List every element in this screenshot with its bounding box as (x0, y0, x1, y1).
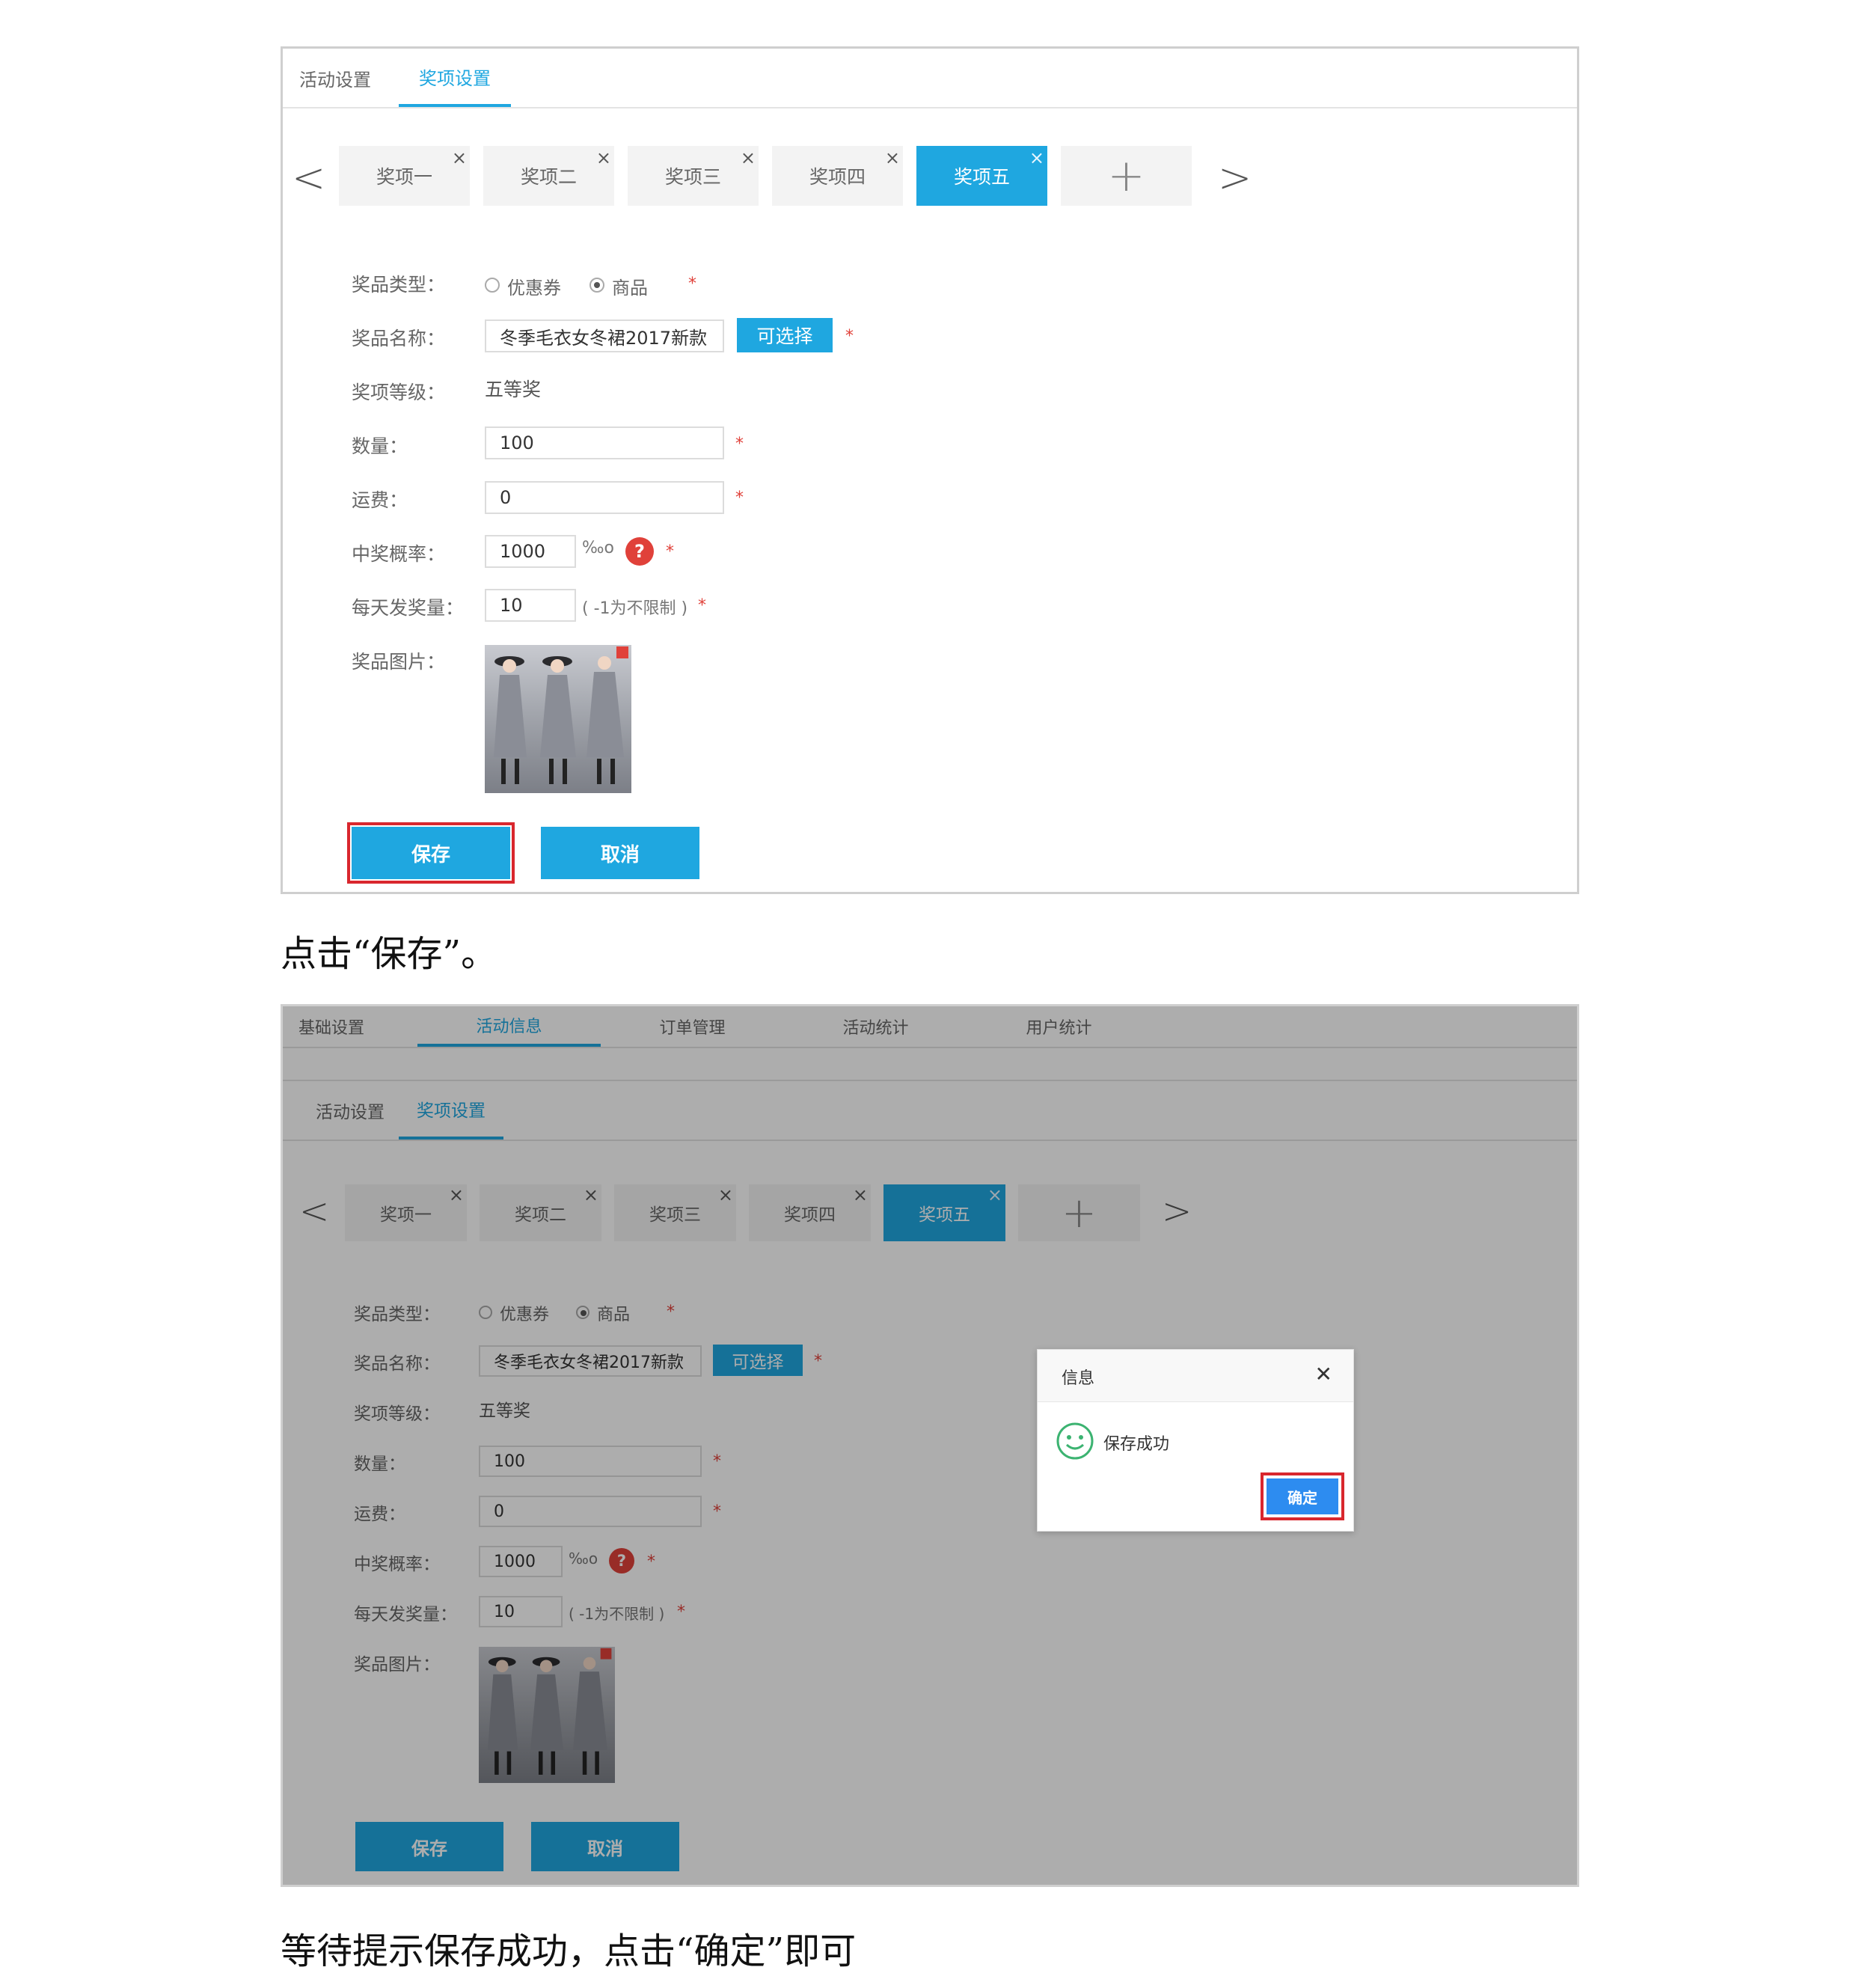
close-icon[interactable]: ✕ (1315, 1362, 1332, 1386)
radio-coupon-label: 优惠券 (507, 278, 561, 299)
screenshot-save-success: 基础设置 活动信息 订单管理 活动统计 用户统计 活动设置 奖项设置 < 奖项一… (281, 1004, 1579, 1887)
win-probability-input[interactable]: 1000 (485, 535, 576, 568)
close-icon[interactable]: × (741, 149, 756, 167)
prize-name-label: 奖品名称： (352, 328, 446, 349)
dialog-message: 保存成功 (1103, 1435, 1170, 1454)
radio-goods-label: 商品 (612, 278, 648, 299)
prize-tab-5[interactable]: 奖项五 × (916, 146, 1047, 206)
freight-label: 运费： (352, 489, 408, 511)
plus-icon: + (1107, 150, 1145, 202)
prize-tab-label: 奖项二 (520, 166, 577, 188)
prize-tab-2[interactable]: 奖项二 × (483, 146, 614, 206)
close-icon[interactable]: × (885, 149, 900, 167)
radio-goods[interactable] (589, 278, 604, 293)
caption-click-confirm: 等待提示保存成功，点击“确定”即可 (281, 1930, 857, 1972)
prev-arrow-icon[interactable]: < (292, 158, 325, 198)
close-icon[interactable]: × (1029, 149, 1044, 167)
required-mark: * (666, 542, 674, 561)
prize-image-label: 奖品图片： (352, 651, 446, 673)
quantity-label: 数量： (352, 435, 408, 457)
help-icon[interactable]: ? (625, 537, 654, 566)
required-mark: * (735, 489, 744, 507)
prize-level-label: 奖项等级： (352, 382, 446, 403)
permille-unit: ‰o (582, 539, 614, 557)
add-prize-tab[interactable]: + (1061, 146, 1192, 206)
required-mark: * (845, 327, 854, 346)
win-probability-label: 中奖概率： (352, 543, 446, 565)
caption-click-save: 点击“保存”。 (281, 933, 497, 975)
highlight-confirm (1261, 1472, 1344, 1520)
screenshot-prize-settings: 活动设置 奖项设置 < 奖项一 × 奖项二 × 奖项三 × 奖项四 × 奖项五 … (281, 46, 1579, 894)
prize-tab-label: 奖项四 (809, 166, 866, 188)
freight-input[interactable]: 0 (485, 481, 724, 514)
prize-level-value: 五等奖 (485, 379, 542, 400)
close-icon[interactable]: × (452, 149, 467, 167)
daily-quota-label: 每天发奖量： (352, 597, 465, 619)
quantity-input[interactable]: 100 (485, 426, 724, 459)
required-mark: * (735, 435, 744, 453)
next-arrow-icon[interactable]: > (1218, 158, 1252, 198)
settings-tabbar: 活动设置 奖项设置 (283, 49, 1577, 108)
highlight-save (347, 822, 515, 884)
prize-tab-3[interactable]: 奖项三 × (628, 146, 759, 206)
product-image (485, 645, 631, 793)
prize-tab-label: 奖项三 (664, 166, 721, 188)
modal-overlay[interactable] (283, 1006, 1577, 1885)
daily-quota-hint: ( -1为不限制 ) (582, 599, 688, 618)
prize-tab-label: 奖项一 (376, 166, 432, 188)
prize-name-input[interactable]: 冬季毛衣女冬裙2017新款 (485, 319, 724, 352)
smile-icon (1056, 1422, 1094, 1460)
close-icon[interactable]: × (596, 149, 611, 167)
choose-goods-button[interactable]: 可选择 (737, 318, 833, 352)
tab-prize-settings[interactable]: 奖项设置 (399, 49, 511, 107)
tab-activity-settings[interactable]: 活动设置 (298, 49, 373, 107)
cancel-button[interactable]: 取消 (541, 827, 699, 879)
info-dialog: 信息 ✕ 保存成功 确定 (1037, 1349, 1354, 1532)
prize-tab-4[interactable]: 奖项四 × (772, 146, 903, 206)
required-mark: * (688, 275, 696, 293)
radio-coupon[interactable] (485, 278, 500, 293)
dialog-title: 信息 (1062, 1369, 1095, 1388)
prize-tab-label: 奖项五 (953, 166, 1010, 188)
prize-tab-1[interactable]: 奖项一 × (339, 146, 470, 206)
prize-type-label: 奖品类型： (352, 274, 446, 296)
required-mark: * (698, 596, 706, 615)
daily-quota-input[interactable]: 10 (485, 589, 576, 622)
